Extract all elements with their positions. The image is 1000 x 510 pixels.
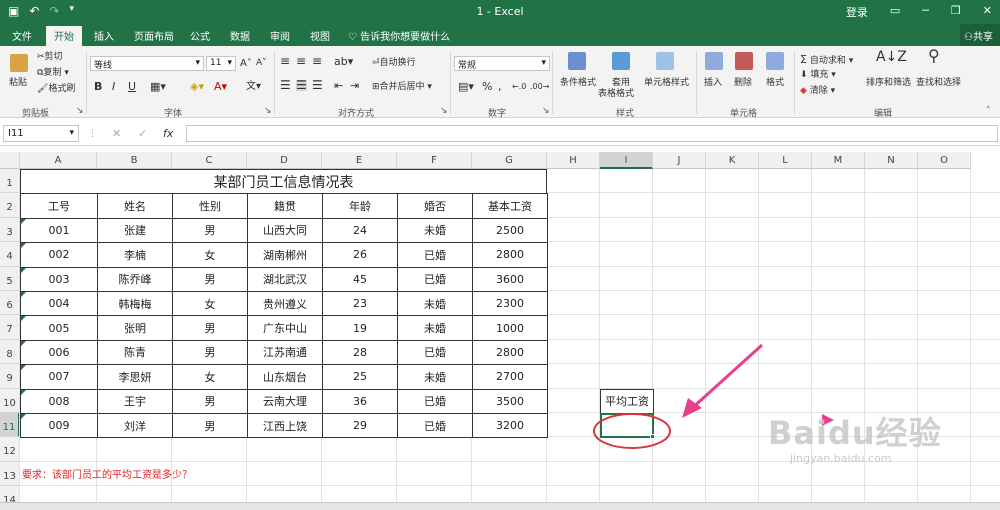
watermark-url: jingyan.baidu.com [790, 452, 892, 465]
arrow-shaft [688, 343, 764, 412]
annotation-arrow [682, 343, 764, 418]
highlight-circle [593, 413, 671, 449]
watermark-logo: Baidu经验 [768, 414, 942, 452]
excel-window: ▣ ↶ ↷ ▾ 1 - Excel 登录 ▭ ─ ❐ ✕ 文件 开始 插入 页面… [0, 0, 1000, 510]
sheet-tabs-bar[interactable] [0, 502, 1000, 510]
